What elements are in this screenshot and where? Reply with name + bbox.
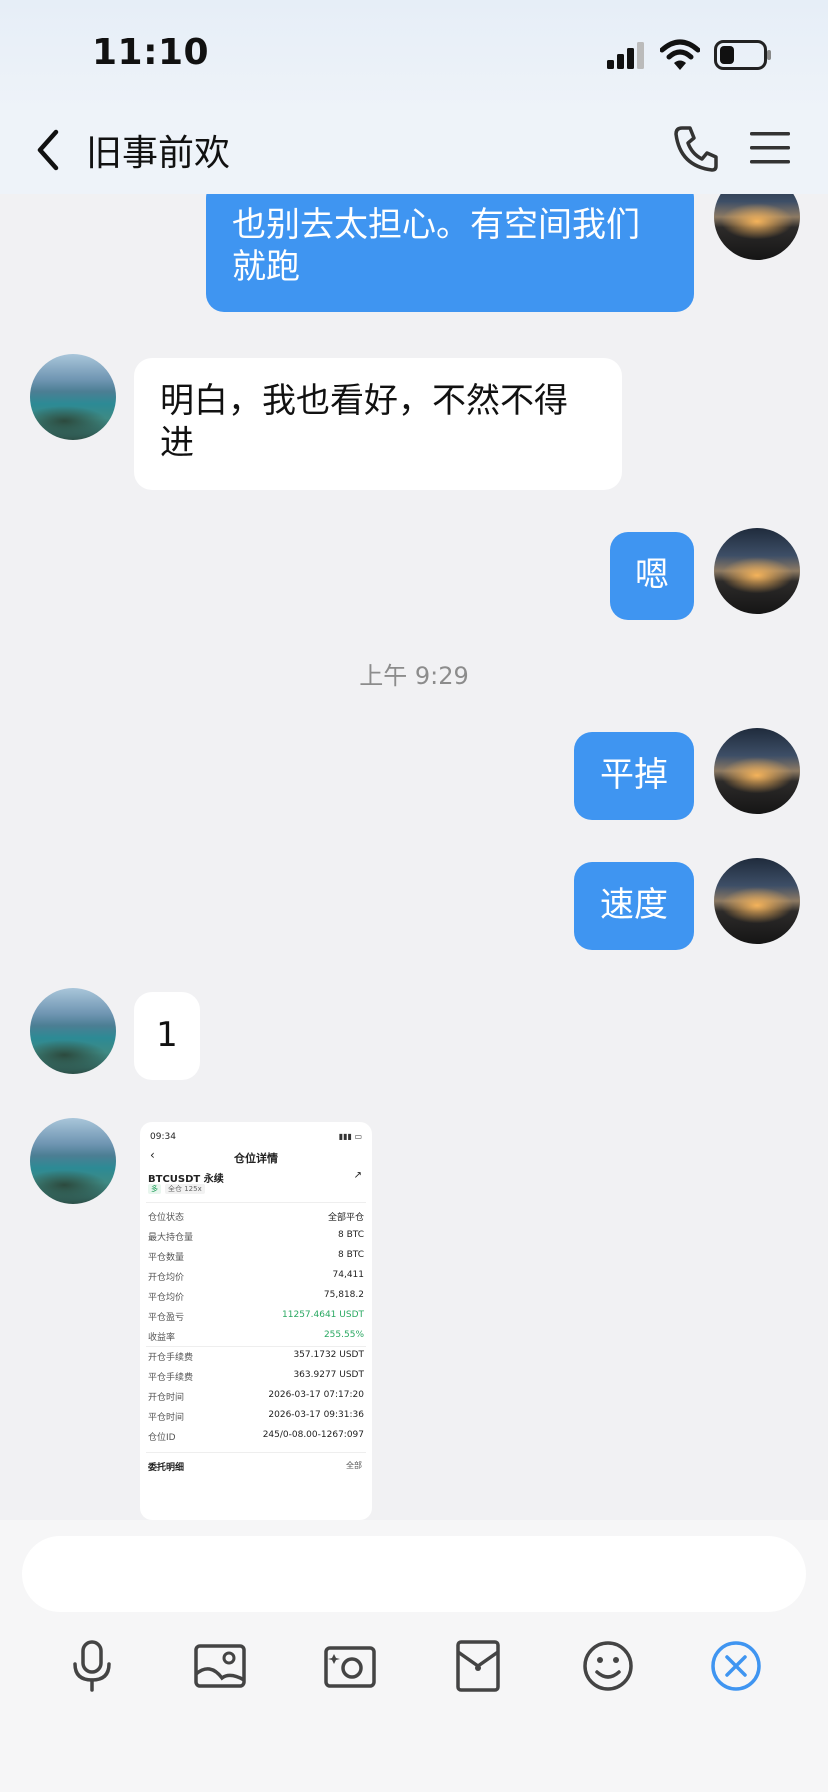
message-bubble[interactable]: 速度 [574,862,694,950]
avatar[interactable] [30,1118,116,1204]
shot-row: 开仓时间 2026-03-17 07:17:20 [148,1390,364,1403]
composer [0,1520,828,1792]
avatar[interactable] [714,728,800,814]
shot-status-icons: ▮▮▮ ▭ [338,1132,362,1141]
avatar[interactable] [714,858,800,944]
shot-footer-right: 全部 [346,1461,362,1470]
shot-divider [146,1452,366,1453]
shot-row: 仓位ID 245/0-08.00-1267:097 [148,1430,364,1443]
wifi-icon [660,39,700,70]
shot-tag-long: 多 [148,1184,161,1194]
shot-row: 开仓均价 74,411 [148,1270,364,1283]
shot-share-icon: ↗ [353,1170,362,1181]
microphone-icon[interactable] [64,1638,120,1694]
message-input[interactable] [22,1536,806,1612]
back-icon[interactable] [30,124,66,176]
battery-icon [714,40,771,70]
shot-status-time: 09:34 [150,1132,176,1142]
image-message[interactable]: 09:34 ▮▮▮ ▭ ‹ 仓位详情 BTCUSDT 永续 ↗ 多全仓 125x… [140,1122,372,1520]
shot-divider [146,1346,366,1347]
message-timestamp: 上午 9:29 [359,662,469,690]
message-bubble[interactable]: 明白，我也看好，不然不得进 [134,358,622,490]
avatar[interactable] [30,988,116,1074]
shot-symbol: BTCUSDT 永续 [148,1174,224,1185]
shot-row: 平仓均价 75,818.2 [148,1290,364,1303]
avatar[interactable] [714,528,800,614]
shot-row: 收益率 255.55% [148,1330,364,1343]
message-bubble[interactable]: 1 [134,992,200,1080]
status-bar: 11:10 [0,0,828,110]
message-bubble[interactable]: 也别去太担心。有空间我们就跑 [206,194,694,312]
message-list[interactable]: 也别去太担心。有空间我们就跑 明白，我也看好，不然不得进 嗯 上午 9:29 平… [0,194,828,1520]
status-time: 11:10 [92,32,210,73]
shot-row: 开仓手续费 357.1732 USDT [148,1350,364,1363]
shot-row: 平仓盈亏 11257.4641 USDT [148,1310,364,1323]
shot-row: 平仓数量 8 BTC [148,1250,364,1263]
message-bubble[interactable]: 平掉 [574,732,694,820]
shot-row: 平仓时间 2026-03-17 09:31:36 [148,1410,364,1423]
menu-icon[interactable] [748,128,792,168]
shot-divider [146,1202,366,1203]
message-bubble[interactable]: 嗯 [610,532,694,620]
shot-row: 平仓手续费 363.9277 USDT [148,1370,364,1383]
avatar[interactable] [30,354,116,440]
avatar[interactable] [714,194,800,260]
phone-icon[interactable] [672,122,720,174]
shot-tags: 多全仓 125x [148,1184,205,1194]
shot-footer-left: 委托明细 [148,1463,185,1473]
shot-row: 最大持仓量 8 BTC [148,1230,364,1243]
chat-header: 旧事前欢 [0,110,828,194]
shot-tag-leverage: 全仓 125x [165,1184,205,1194]
red-packet-icon[interactable] [450,1638,506,1694]
close-icon[interactable] [708,1638,764,1694]
shot-row: 仓位状态 全部平仓 [148,1213,364,1223]
image-icon[interactable] [192,1638,248,1694]
camera-icon[interactable] [322,1638,378,1694]
emoji-icon[interactable] [580,1638,636,1694]
shot-title: 仓位详情 [234,1152,278,1165]
chat-title: 旧事前欢 [86,133,231,174]
signal-icon [607,42,644,69]
